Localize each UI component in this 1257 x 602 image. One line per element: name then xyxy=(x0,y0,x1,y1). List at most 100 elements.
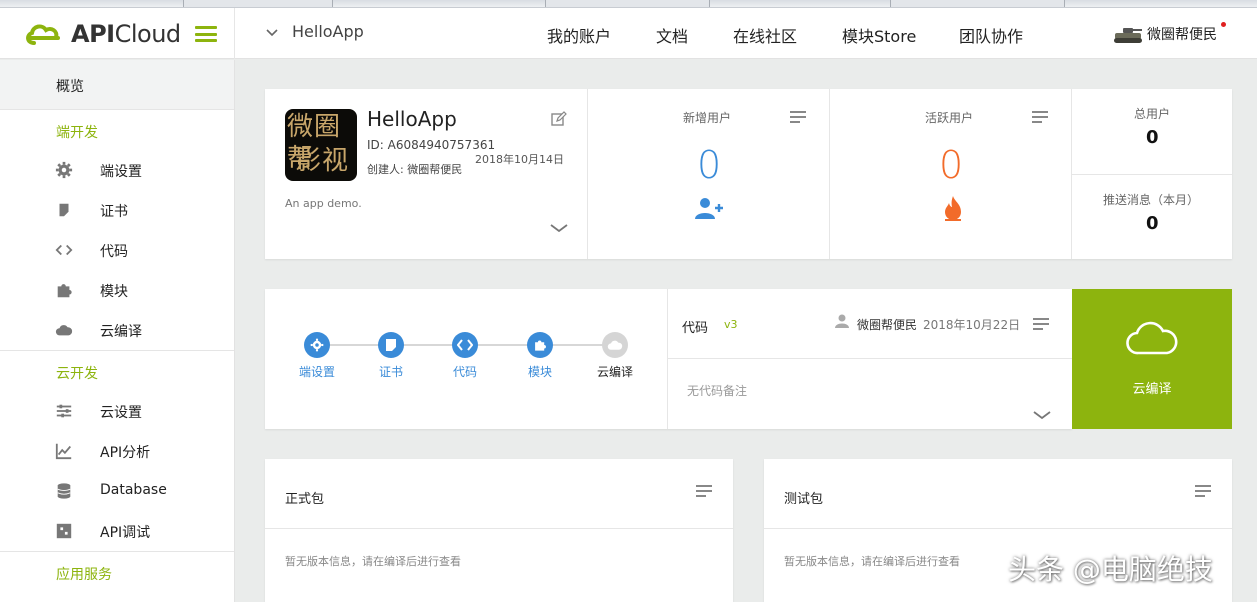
code-commit-date: 2018年10月22日 xyxy=(923,318,1021,332)
active-users-count: 0 xyxy=(939,143,964,187)
step-circle xyxy=(452,332,478,358)
step-cloud-compile[interactable]: 云编译 xyxy=(585,332,645,380)
code-icon xyxy=(457,339,473,351)
cloud-compile-label: 云编译 xyxy=(1132,382,1172,397)
step-label: 证书 xyxy=(378,365,403,379)
sidebar-item-label: Database xyxy=(100,482,167,498)
code-committer: 微圈帮便民 xyxy=(857,318,918,332)
fire-icon xyxy=(945,196,961,221)
sidebar-item-label: 代码 xyxy=(100,244,128,260)
chevron-down-icon[interactable] xyxy=(1033,410,1051,420)
divider xyxy=(829,89,830,259)
step-code[interactable]: 代码 xyxy=(435,332,495,380)
sidebar-item-api-debug[interactable]: API调试 xyxy=(0,511,234,551)
sidebar-item-cloud-compile[interactable]: 云编译 xyxy=(0,310,234,350)
nav-docs[interactable]: 文档 xyxy=(656,23,688,47)
sidebar-section-cloud-dev[interactable]: 云开发 xyxy=(0,351,234,391)
sidebar-item-client-settings[interactable]: 端设置 xyxy=(0,150,234,190)
browser-tab-strip xyxy=(0,0,1257,8)
browser-tab[interactable] xyxy=(545,0,710,7)
divider xyxy=(1071,174,1232,175)
sidebar-item-certificate[interactable]: 证书 xyxy=(0,190,234,230)
debug-icon xyxy=(56,523,72,539)
avatar xyxy=(1114,28,1142,43)
certificate-icon xyxy=(59,203,69,217)
step-client-settings[interactable]: 端设置 xyxy=(287,332,347,380)
certificate-icon xyxy=(386,339,396,351)
menu-icon[interactable] xyxy=(696,485,712,497)
sidebar-item-overview[interactable]: 概览 xyxy=(0,60,234,110)
sidebar-item-label: 模块 xyxy=(100,284,128,300)
nav-community[interactable]: 在线社区 xyxy=(733,23,797,47)
divider xyxy=(764,528,1232,529)
browser-tab[interactable] xyxy=(890,0,1065,7)
app-description: An app demo. xyxy=(285,197,362,210)
app-overview-card: 微圈帮 影视 HelloApp ID: A6084940757361 2018年… xyxy=(265,89,1232,259)
chart-icon xyxy=(55,443,72,460)
new-users-label: 新增用户 xyxy=(683,111,732,125)
divider xyxy=(667,289,668,429)
release-package-note: 暂无版本信息，请在编译后进行查看 xyxy=(285,555,461,568)
step-certificate[interactable]: 证书 xyxy=(361,332,421,380)
sidebar-item-label: 证书 xyxy=(100,204,128,220)
app-icon: 微圈帮 影视 xyxy=(285,109,357,181)
code-version-badge: v3 xyxy=(724,318,738,331)
chevron-down-icon[interactable] xyxy=(550,223,568,233)
logo-area: APICloud xyxy=(0,8,235,59)
logo-text: APICloud xyxy=(71,20,181,48)
user-menu[interactable]: 微圈帮便民 xyxy=(1113,22,1226,44)
code-icon xyxy=(55,244,73,256)
top-header: APICloud HelloApp 我的账户 文档 在线社区 模块Store 团… xyxy=(0,8,1257,59)
database-icon xyxy=(57,483,71,499)
menu-toggle-icon[interactable] xyxy=(195,26,217,42)
sidebar-item-modules[interactable]: 模块 xyxy=(0,270,234,310)
sidebar-item-code[interactable]: 代码 xyxy=(0,230,234,270)
sidebar-item-database[interactable]: Database xyxy=(0,471,234,511)
push-messages-count: 0 xyxy=(1146,213,1159,234)
step-label: 代码 xyxy=(452,365,477,379)
apicloud-logo-icon xyxy=(26,24,60,45)
nav-module-store[interactable]: 模块Store xyxy=(842,23,916,47)
gear-icon xyxy=(310,338,324,352)
app-created-date: 2018年10月14日 xyxy=(475,153,564,166)
browser-tab[interactable] xyxy=(183,0,333,7)
divider xyxy=(667,358,1072,359)
sidebar: 概览 端开发 端设置 证书 代码 模块 云编译 云开发 云设置 API分析 Da… xyxy=(0,60,235,602)
sidebar-item-cloud-settings[interactable]: 云设置 xyxy=(0,391,234,431)
sidebar-section-app-services[interactable]: 应用服务 xyxy=(0,552,234,592)
release-package-card: 正式包 暂无版本信息，请在编译后进行查看 xyxy=(265,459,733,602)
step-modules[interactable]: 模块 xyxy=(510,332,570,380)
edit-icon[interactable] xyxy=(551,111,567,127)
test-package-title: 测试包 xyxy=(784,492,824,507)
cloud-compile-button[interactable]: 云编译 xyxy=(1072,289,1232,429)
app-name: HelloApp xyxy=(367,107,457,131)
build-progress-card: 端设置 证书 代码 模块 云编译 代码 v3 微圈帮便民 2018年10月22日… xyxy=(265,289,1072,429)
puzzle-icon xyxy=(535,340,546,351)
sidebar-item-label: 端设置 xyxy=(100,164,142,180)
user-icon xyxy=(835,314,849,328)
step-circle xyxy=(304,332,330,358)
divider xyxy=(265,528,733,529)
sidebar-item-api-analytics[interactable]: API分析 xyxy=(0,431,234,471)
menu-icon[interactable] xyxy=(1032,111,1048,123)
app-id: ID: A6084940757361 xyxy=(367,138,496,152)
code-title: 代码 xyxy=(682,321,709,336)
current-app-name: HelloApp xyxy=(292,22,364,41)
sidebar-section-client-dev[interactable]: 端开发 xyxy=(0,110,234,150)
menu-icon[interactable] xyxy=(790,111,806,123)
sidebar-item-label: API分析 xyxy=(100,445,151,461)
step-circle xyxy=(378,332,404,358)
nav-team[interactable]: 团队协作 xyxy=(959,23,1023,47)
nav-my-account[interactable]: 我的账户 xyxy=(547,23,611,47)
cloud-icon xyxy=(607,340,623,350)
step-label: 云编译 xyxy=(596,365,633,379)
divider xyxy=(587,89,588,259)
test-package-note: 暂无版本信息，请在编译后进行查看 xyxy=(784,555,960,568)
total-users-count: 0 xyxy=(1146,127,1159,148)
menu-icon[interactable] xyxy=(1195,485,1211,497)
add-user-icon xyxy=(695,198,723,219)
app-switcher[interactable]: HelloApp xyxy=(266,22,364,41)
sidebar-item-label: 云设置 xyxy=(100,405,142,421)
sidebar-item-label: API调试 xyxy=(100,525,151,541)
menu-icon[interactable] xyxy=(1033,318,1049,330)
